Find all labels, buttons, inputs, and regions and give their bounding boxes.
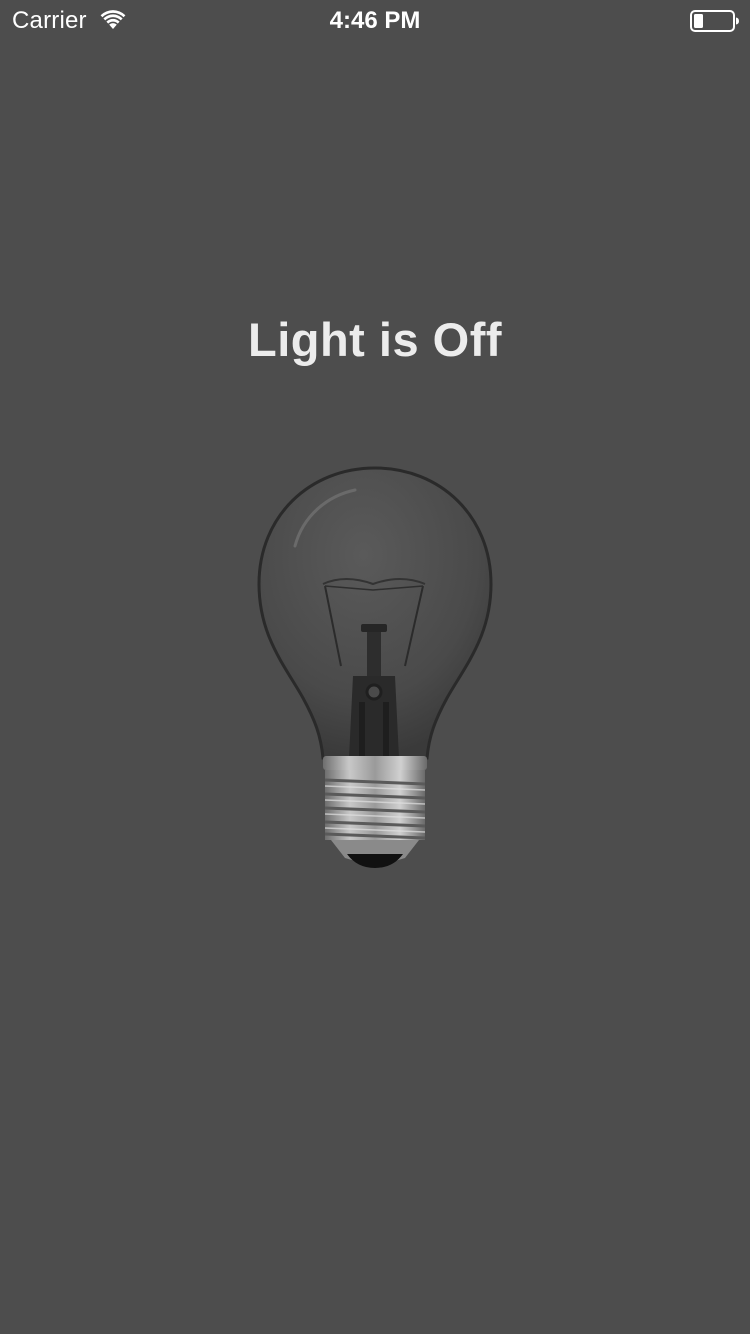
status-bar: Carrier 4:46 PM: [0, 0, 750, 40]
light-status-title: Light is Off: [247, 313, 502, 366]
battery-icon: [690, 10, 739, 32]
status-time: 4:46 PM: [329, 7, 421, 34]
app-screen: Carrier 4:46 PM Light is Off: [0, 0, 750, 1334]
lightbulb-icon[interactable]: [255, 466, 495, 870]
